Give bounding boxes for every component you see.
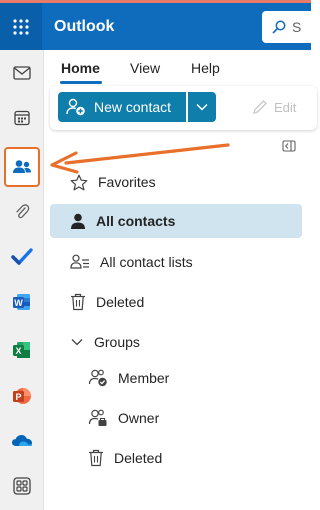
rail-more-apps[interactable]	[7, 471, 37, 501]
more-apps-icon	[13, 477, 31, 495]
tab-home[interactable]: Home	[61, 60, 100, 76]
attachment-icon	[16, 204, 30, 219]
onedrive-icon	[12, 435, 32, 446]
chevron-down-icon	[196, 103, 208, 111]
nav-groups-label: Groups	[94, 334, 140, 350]
tab-help[interactable]: Help	[191, 60, 220, 76]
todo-icon	[11, 248, 33, 265]
add-person-icon	[66, 98, 85, 116]
collapse-pane-icon[interactable]	[282, 140, 296, 152]
rail-people[interactable]	[4, 147, 40, 187]
search-input[interactable]: S	[292, 19, 301, 35]
nav-deleted[interactable]: Deleted	[50, 285, 302, 319]
search-box[interactable]: S	[262, 11, 320, 43]
edit-button[interactable]: Edit	[252, 99, 296, 115]
nav-favorites-label: Favorites	[98, 174, 156, 190]
contact-list-icon	[70, 254, 89, 269]
rail-excel[interactable]: X	[7, 335, 37, 365]
star-icon	[70, 174, 88, 190]
person-filled-icon	[71, 213, 85, 229]
nav-groups-member[interactable]: Member	[50, 361, 302, 395]
rail-powerpoint[interactable]: P	[7, 381, 37, 411]
search-icon	[272, 20, 286, 34]
new-contact-dropdown[interactable]	[188, 92, 216, 122]
trash-icon	[89, 449, 103, 467]
chevron-down-icon	[71, 339, 83, 346]
app-launcher-button[interactable]	[0, 3, 42, 50]
new-contact-label: New contact	[94, 99, 172, 115]
powerpoint-icon: P	[13, 388, 31, 404]
nav-deleted-label: Deleted	[96, 294, 145, 310]
rail-todo[interactable]	[7, 241, 37, 271]
rail-word[interactable]: W	[7, 287, 37, 317]
nav-groups-deleted[interactable]: Deleted	[50, 441, 302, 475]
nav-groups-owner-label: Owner	[118, 410, 160, 426]
word-icon: W	[13, 294, 30, 310]
word-letter: W	[14, 298, 23, 308]
nav-all-contacts[interactable]: All contacts	[50, 204, 302, 238]
powerpoint-letter: P	[15, 392, 21, 402]
pencil-icon	[253, 100, 267, 114]
people-icon	[13, 160, 31, 173]
nav-groups[interactable]: Groups	[50, 325, 302, 359]
tab-view[interactable]: View	[130, 60, 160, 76]
rail-files[interactable]	[7, 197, 37, 227]
ribbon-tabs: Home View Help	[44, 50, 311, 86]
rail-calendar[interactable]	[7, 103, 37, 133]
group-owner-icon	[88, 409, 107, 426]
ribbon-toolbar: New contact Edit	[50, 86, 317, 130]
rail-mail[interactable]	[7, 58, 37, 88]
waffle-icon	[13, 18, 29, 35]
calendar-icon	[14, 110, 30, 126]
new-contact-button[interactable]: New contact	[58, 92, 186, 122]
excel-letter: X	[15, 346, 21, 356]
mail-icon	[13, 66, 31, 80]
nav-groups-deleted-label: Deleted	[114, 450, 163, 466]
app-header: Outlook S	[0, 3, 320, 50]
nav-favorites[interactable]: Favorites	[50, 165, 302, 199]
nav-groups-member-label: Member	[118, 370, 170, 386]
active-tab-indicator	[60, 81, 102, 84]
edit-label: Edit	[274, 99, 297, 115]
group-member-icon	[88, 369, 107, 387]
app-rail: W X P	[0, 50, 44, 510]
rail-onedrive[interactable]	[7, 425, 37, 455]
nav-all-contact-lists-label: All contact lists	[100, 254, 193, 270]
nav-all-contact-lists[interactable]: All contact lists	[50, 245, 302, 279]
nav-groups-owner[interactable]: Owner	[50, 401, 302, 435]
app-title[interactable]: Outlook	[54, 18, 114, 36]
nav-all-contacts-label: All contacts	[96, 213, 176, 229]
main-pane: Home View Help New contact Edit Favorite…	[44, 50, 317, 510]
trash-icon	[71, 293, 85, 311]
excel-icon: X	[13, 342, 30, 358]
